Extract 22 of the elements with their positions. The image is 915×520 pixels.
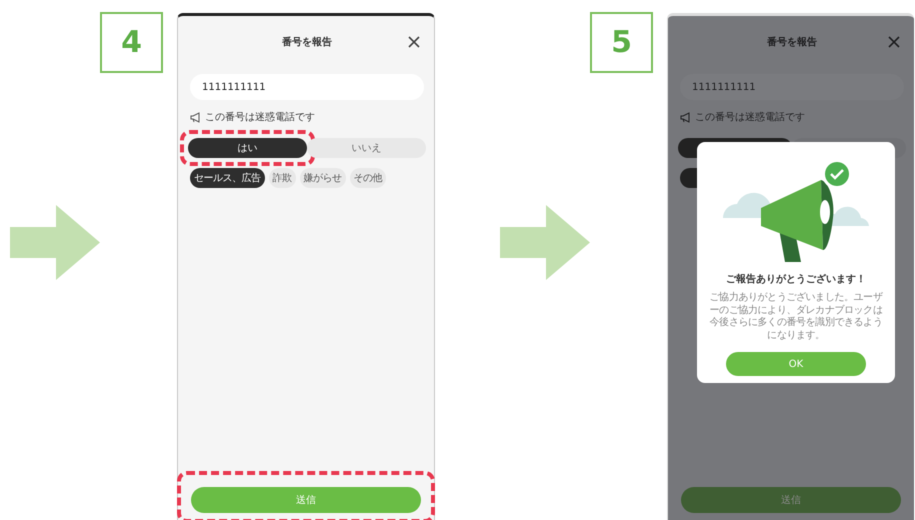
dialog-message: ご協力ありがとうございました。ユーザーのご協力により、ダレカナブロックは今後さらに多くの番号を識別できるようになります。 bbox=[708, 292, 884, 342]
category-chip[interactable]: 詐欺 bbox=[268, 168, 296, 188]
category-chip[interactable]: セールス、広告 bbox=[190, 168, 264, 188]
answer-button[interactable]: はい bbox=[188, 138, 307, 158]
close-icon bbox=[888, 36, 900, 48]
screen-title: 番号を報告 bbox=[767, 36, 817, 49]
megaphone-icon bbox=[190, 112, 201, 122]
right-arrow-icon bbox=[10, 205, 100, 280]
step-number: 5 bbox=[590, 12, 653, 73]
megaphone-icon bbox=[680, 112, 691, 122]
phone-number-field[interactable]: 1111111111 bbox=[680, 74, 904, 100]
right-arrow-icon bbox=[500, 205, 590, 280]
category-chip[interactable]: 嫌がらせ bbox=[300, 168, 346, 188]
question-label: この番号は迷惑電話です bbox=[205, 110, 315, 124]
phone-number-field[interactable]: 1111111111 bbox=[190, 74, 424, 100]
answer-button[interactable]: いいえ bbox=[307, 138, 426, 158]
close-icon bbox=[408, 36, 420, 48]
question-label: この番号は迷惑電話です bbox=[695, 110, 805, 124]
step-number: 4 bbox=[100, 12, 163, 73]
category-chip[interactable]: その他 bbox=[350, 168, 386, 188]
dialog-title: ご報告ありがとうございます！ bbox=[726, 272, 866, 286]
screen-title: 番号を報告 bbox=[282, 36, 332, 49]
